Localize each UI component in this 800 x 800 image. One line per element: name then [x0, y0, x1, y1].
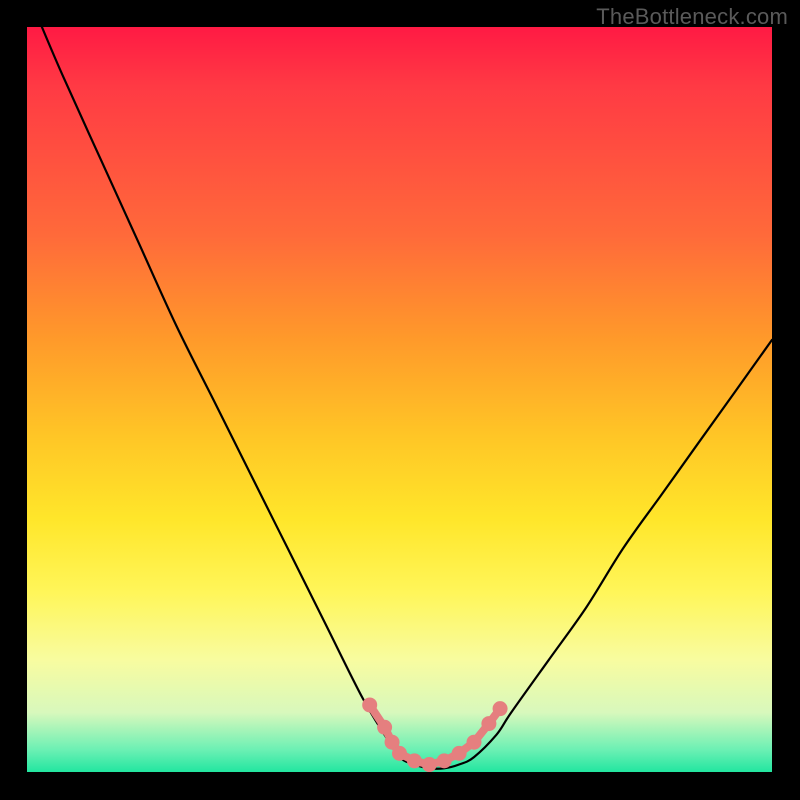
marker-segment — [489, 709, 500, 724]
marker-dot — [385, 735, 400, 750]
marker-segment — [370, 705, 385, 727]
marker-segment — [414, 761, 429, 765]
bottleneck-curve-path — [42, 27, 772, 769]
marker-dot — [362, 697, 377, 712]
watermark-label: TheBottleneck.com — [596, 4, 788, 30]
curve-layer — [27, 27, 772, 772]
marker-dot — [407, 753, 422, 768]
plot-area — [27, 27, 772, 772]
marker-segment — [474, 724, 489, 743]
marker-segment — [400, 753, 415, 760]
marker-dot — [467, 735, 482, 750]
marker-group — [362, 697, 507, 772]
marker-dot — [422, 757, 437, 772]
marker-segment — [429, 761, 444, 765]
marker-dot — [493, 701, 508, 716]
marker-dot — [392, 746, 407, 761]
marker-dot — [377, 720, 392, 735]
marker-segment — [459, 742, 474, 753]
marker-segment — [392, 742, 399, 753]
marker-dot — [452, 746, 467, 761]
marker-segment — [444, 753, 459, 760]
marker-dot — [437, 753, 452, 768]
marker-dot — [481, 716, 496, 731]
chart-frame: TheBottleneck.com — [0, 0, 800, 800]
marker-segment — [385, 727, 392, 742]
